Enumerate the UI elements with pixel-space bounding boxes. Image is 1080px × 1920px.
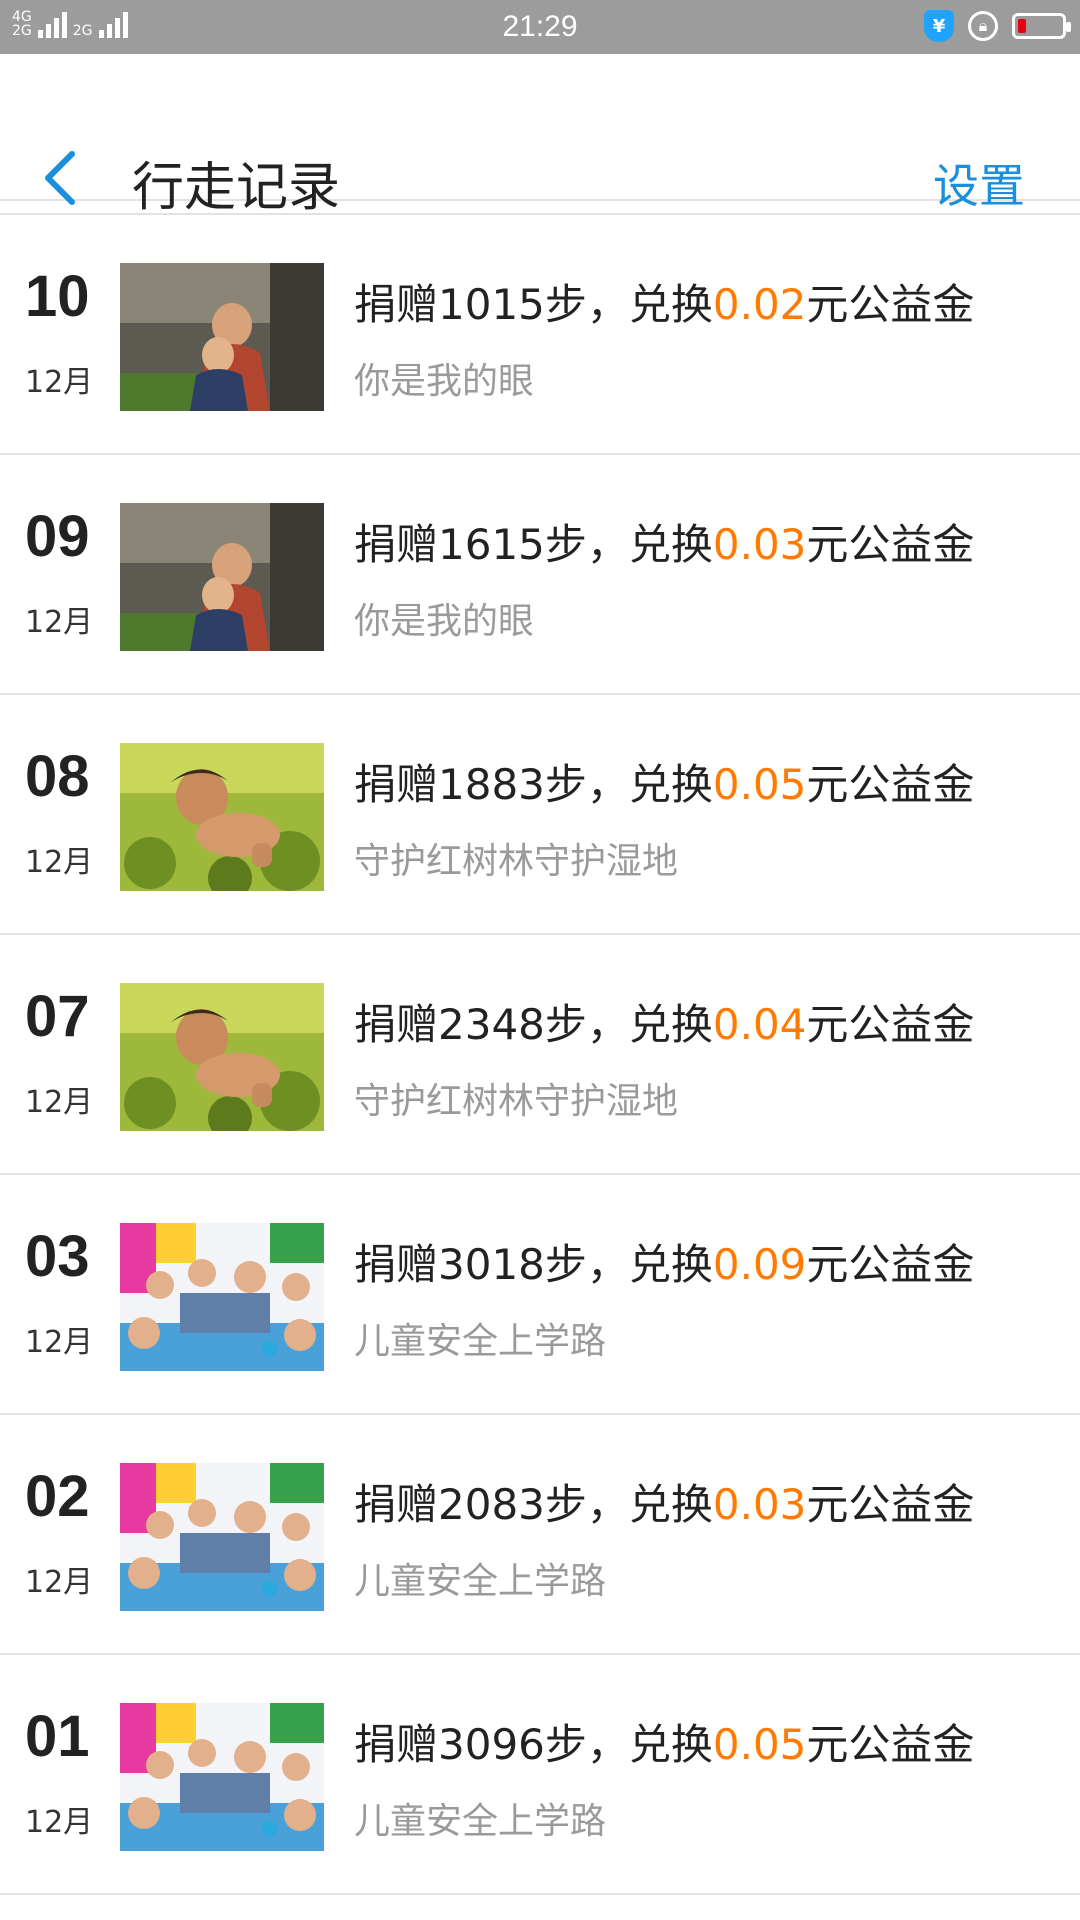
donation-unit-text: 元公益金 (806, 760, 975, 809)
record-month: 12月 (25, 845, 94, 880)
app-header: 行走记录 设置 (0, 54, 1080, 218)
walk-record-list: 10 12月 捐赠1015步，兑换0.02元公益金 你是我的眼 09 12月 捐… (0, 215, 1080, 1895)
record-row[interactable]: 02 12月 捐赠2083步，兑换0.03元公益金 儿童安全上学路 (0, 1415, 1080, 1655)
donation-amount: 0.02 (712, 280, 807, 329)
donation-summary: 捐赠2348步，兑换0.04元公益金 (354, 991, 974, 1052)
donation-summary: 捐赠1015步，兑换0.02元公益金 (354, 271, 974, 332)
record-row[interactable]: 10 12月 捐赠1015步，兑换0.02元公益金 你是我的眼 (0, 215, 1080, 455)
project-name: 你是我的眼 (354, 601, 535, 642)
record-day: 07 (25, 984, 90, 1049)
settings-button[interactable]: 设置 (933, 150, 1025, 216)
donation-amount: 0.05 (712, 760, 807, 809)
project-thumbnail (120, 983, 324, 1131)
record-month: 12月 (25, 605, 94, 640)
project-name: 儿童安全上学路 (354, 1321, 607, 1362)
donation-unit-text: 元公益金 (806, 1480, 975, 1529)
donation-steps-text: 捐赠1615步，兑换 (354, 520, 713, 569)
record-day: 09 (25, 504, 90, 569)
project-name: 儿童安全上学路 (354, 1801, 607, 1842)
record-row[interactable]: 09 12月 捐赠1615步，兑换0.03元公益金 你是我的眼 (0, 455, 1080, 695)
donation-summary: 捐赠2083步，兑换0.03元公益金 (354, 1471, 974, 1532)
battery-icon (1012, 13, 1071, 39)
donation-amount: 0.04 (712, 1000, 807, 1049)
record-row[interactable]: 01 12月 捐赠3096步，兑换0.05元公益金 儿童安全上学路 (0, 1655, 1080, 1895)
status-icons: ¥ 🔒︎ (924, 10, 1071, 42)
record-day: 02 (25, 1464, 90, 1529)
project-thumbnail (120, 1223, 324, 1371)
donation-steps-text: 捐赠1015步，兑换 (354, 280, 713, 329)
status-bar: 4G 2G 2G 21:29 ¥ 🔒︎ (0, 0, 1080, 54)
donation-unit-text: 元公益金 (806, 1720, 975, 1769)
record-day: 10 (25, 264, 90, 329)
donation-steps-text: 捐赠3018步，兑换 (354, 1240, 713, 1289)
donation-steps-text: 捐赠2348步，兑换 (354, 1000, 713, 1049)
project-name: 守护红树林守护湿地 (354, 841, 679, 882)
project-thumbnail (120, 503, 324, 651)
donation-summary: 捐赠3096步，兑换0.05元公益金 (354, 1711, 974, 1772)
record-day: 08 (25, 744, 90, 809)
back-button[interactable] (40, 150, 80, 206)
record-day: 01 (25, 1704, 90, 1769)
donation-steps-text: 捐赠3096步，兑换 (354, 1720, 713, 1769)
donation-unit-text: 元公益金 (806, 1000, 975, 1049)
donation-summary: 捐赠1615步，兑换0.03元公益金 (354, 511, 974, 572)
project-name: 守护红树林守护湿地 (354, 1081, 679, 1122)
donation-unit-text: 元公益金 (806, 280, 975, 329)
project-thumbnail (120, 1703, 324, 1851)
project-thumbnail (120, 743, 324, 891)
chevron-left-icon (45, 151, 75, 205)
donation-steps-text: 捐赠2083步，兑换 (354, 1480, 713, 1529)
record-day: 03 (25, 1224, 90, 1289)
donation-amount: 0.09 (712, 1240, 807, 1289)
rotation-lock-icon: 🔒︎ (968, 11, 998, 41)
donation-amount: 0.03 (712, 520, 807, 569)
record-month: 12月 (25, 365, 94, 400)
project-thumbnail (120, 263, 324, 411)
donation-steps-text: 捐赠1883步，兑换 (354, 760, 713, 809)
donation-summary: 捐赠1883步，兑换0.05元公益金 (354, 751, 974, 812)
record-row[interactable]: 08 12月 捐赠1883步，兑换0.05元公益金 守护红树林守护湿地 (0, 695, 1080, 935)
donation-unit-text: 元公益金 (806, 520, 975, 569)
status-time: 21:29 (502, 10, 578, 43)
record-month: 12月 (25, 1565, 94, 1600)
record-month: 12月 (25, 1085, 94, 1120)
project-name: 你是我的眼 (354, 361, 535, 402)
record-row[interactable]: 07 12月 捐赠2348步，兑换0.04元公益金 守护红树林守护湿地 (0, 935, 1080, 1175)
payment-shield-icon: ¥ (924, 10, 954, 42)
record-month: 12月 (25, 1805, 94, 1840)
donation-summary: 捐赠3018步，兑换0.09元公益金 (354, 1231, 974, 1292)
donation-amount: 0.03 (712, 1480, 807, 1529)
donation-unit-text: 元公益金 (806, 1240, 975, 1289)
page-title: 行走记录 (132, 158, 341, 218)
record-month: 12月 (25, 1325, 94, 1360)
project-thumbnail (120, 1463, 324, 1611)
project-name: 儿童安全上学路 (354, 1561, 607, 1602)
record-row[interactable]: 03 12月 捐赠3018步，兑换0.09元公益金 儿童安全上学路 (0, 1175, 1080, 1415)
donation-amount: 0.05 (712, 1720, 807, 1769)
